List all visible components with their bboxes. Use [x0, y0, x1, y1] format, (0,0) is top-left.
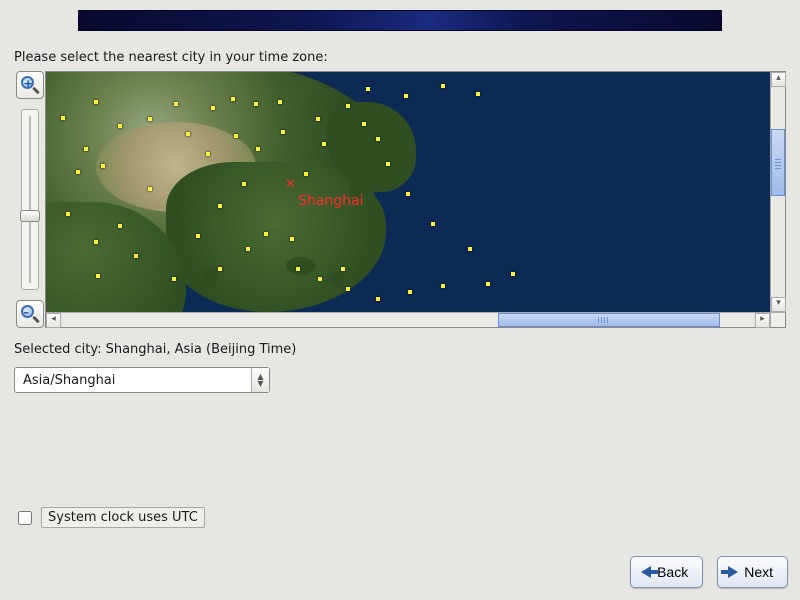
city-dot[interactable] — [468, 247, 472, 251]
city-dot[interactable] — [322, 142, 326, 146]
city-dot[interactable] — [101, 164, 105, 168]
city-dot[interactable] — [218, 204, 222, 208]
city-dot[interactable] — [476, 92, 480, 96]
city-dot[interactable] — [254, 102, 258, 106]
map-horizontal-scrollbar[interactable]: ◂ ▸ — [46, 312, 770, 327]
scrollbar-corner — [770, 312, 785, 327]
city-dot[interactable] — [376, 297, 380, 301]
city-dot[interactable] — [84, 147, 88, 151]
city-dot[interactable] — [318, 277, 322, 281]
city-dot[interactable] — [256, 147, 260, 151]
world-map[interactable]: ✕ Shanghai — [46, 72, 770, 312]
city-dot[interactable] — [206, 152, 210, 156]
vscroll-thumb[interactable] — [771, 129, 785, 196]
city-dot[interactable] — [174, 102, 178, 106]
city-dot[interactable] — [346, 104, 350, 108]
city-dot[interactable] — [341, 267, 345, 271]
zoom-out-icon: – — [20, 304, 40, 324]
city-dot[interactable] — [366, 87, 370, 91]
city-dot[interactable] — [234, 134, 238, 138]
timezone-select-value: Asia/Shanghai — [15, 373, 251, 388]
city-dot[interactable] — [118, 224, 122, 228]
utc-checkbox-label[interactable]: System clock uses UTC — [41, 507, 205, 528]
city-dot[interactable] — [296, 267, 300, 271]
city-dot[interactable] — [61, 116, 65, 120]
city-dot[interactable] — [211, 106, 215, 110]
city-dot[interactable] — [134, 254, 138, 258]
city-dot[interactable] — [186, 132, 190, 136]
city-dot[interactable] — [264, 232, 268, 236]
city-dot[interactable] — [511, 272, 515, 276]
city-dot[interactable] — [441, 84, 445, 88]
zoom-in-button[interactable]: + — [16, 71, 44, 99]
hscroll-track[interactable] — [61, 313, 755, 327]
header-banner — [78, 10, 722, 31]
city-dot[interactable] — [196, 234, 200, 238]
city-dot[interactable] — [362, 122, 366, 126]
city-dot[interactable] — [148, 117, 152, 121]
city-dot[interactable] — [431, 222, 435, 226]
city-dot[interactable] — [242, 182, 246, 186]
map-frame: ✕ Shanghai ▴ ▾ ◂ ▸ — [45, 71, 786, 328]
next-button[interactable]: Next — [717, 556, 788, 588]
city-dot[interactable] — [404, 94, 408, 98]
scroll-down-button[interactable]: ▾ — [771, 297, 786, 312]
city-dot[interactable] — [386, 162, 390, 166]
arrow-right-icon — [728, 566, 738, 578]
city-dot[interactable] — [304, 172, 308, 176]
map-area: + – — [14, 71, 786, 328]
select-stepper-icon[interactable]: ▲▼ — [251, 368, 269, 392]
city-dot[interactable] — [218, 267, 222, 271]
scroll-up-button[interactable]: ▴ — [771, 72, 786, 87]
city-dot[interactable] — [408, 290, 412, 294]
city-dot[interactable] — [278, 100, 282, 104]
next-button-label: Next — [744, 564, 773, 580]
zoom-in-icon: + — [20, 75, 40, 95]
city-dot[interactable] — [172, 277, 176, 281]
city-dot[interactable] — [96, 274, 100, 278]
city-dot[interactable] — [406, 192, 410, 196]
scroll-right-button[interactable]: ▸ — [755, 313, 770, 328]
city-dot[interactable] — [281, 130, 285, 134]
city-dot[interactable] — [376, 137, 380, 141]
city-dot[interactable] — [486, 282, 490, 286]
city-dot[interactable] — [290, 237, 294, 241]
arrow-left-icon — [641, 566, 651, 578]
city-dot[interactable] — [346, 287, 350, 291]
city-dot[interactable] — [246, 247, 250, 251]
city-dot[interactable] — [94, 240, 98, 244]
timezone-select[interactable]: Asia/Shanghai ▲▼ — [14, 367, 270, 393]
city-dot[interactable] — [441, 284, 445, 288]
selected-city-text: Selected city: Shanghai, Asia (Beijing T… — [14, 342, 786, 357]
wizard-nav: Back Next — [630, 556, 788, 588]
zoom-slider[interactable] — [21, 109, 39, 290]
city-dot[interactable] — [231, 97, 235, 101]
city-dot[interactable] — [76, 170, 80, 174]
zoom-out-button[interactable]: – — [16, 300, 44, 328]
selected-city-label: Shanghai — [298, 193, 363, 209]
utc-checkbox[interactable] — [18, 511, 32, 525]
prompt-text: Please select the nearest city in your t… — [14, 50, 786, 65]
city-dot[interactable] — [148, 187, 152, 191]
zoom-controls: + – — [14, 71, 45, 328]
selected-city-marker: ✕ — [285, 177, 296, 192]
city-dot[interactable] — [316, 117, 320, 121]
city-dot[interactable] — [66, 212, 70, 216]
back-button-label: Back — [657, 564, 688, 580]
back-button[interactable]: Back — [630, 556, 703, 588]
map-vertical-scrollbar[interactable]: ▴ ▾ — [770, 72, 785, 312]
scroll-left-button[interactable]: ◂ — [46, 313, 61, 328]
vscroll-track[interactable] — [771, 87, 785, 297]
hscroll-thumb[interactable] — [498, 313, 720, 327]
city-dot[interactable] — [94, 100, 98, 104]
zoom-slider-thumb[interactable] — [20, 210, 40, 222]
city-dot[interactable] — [118, 124, 122, 128]
